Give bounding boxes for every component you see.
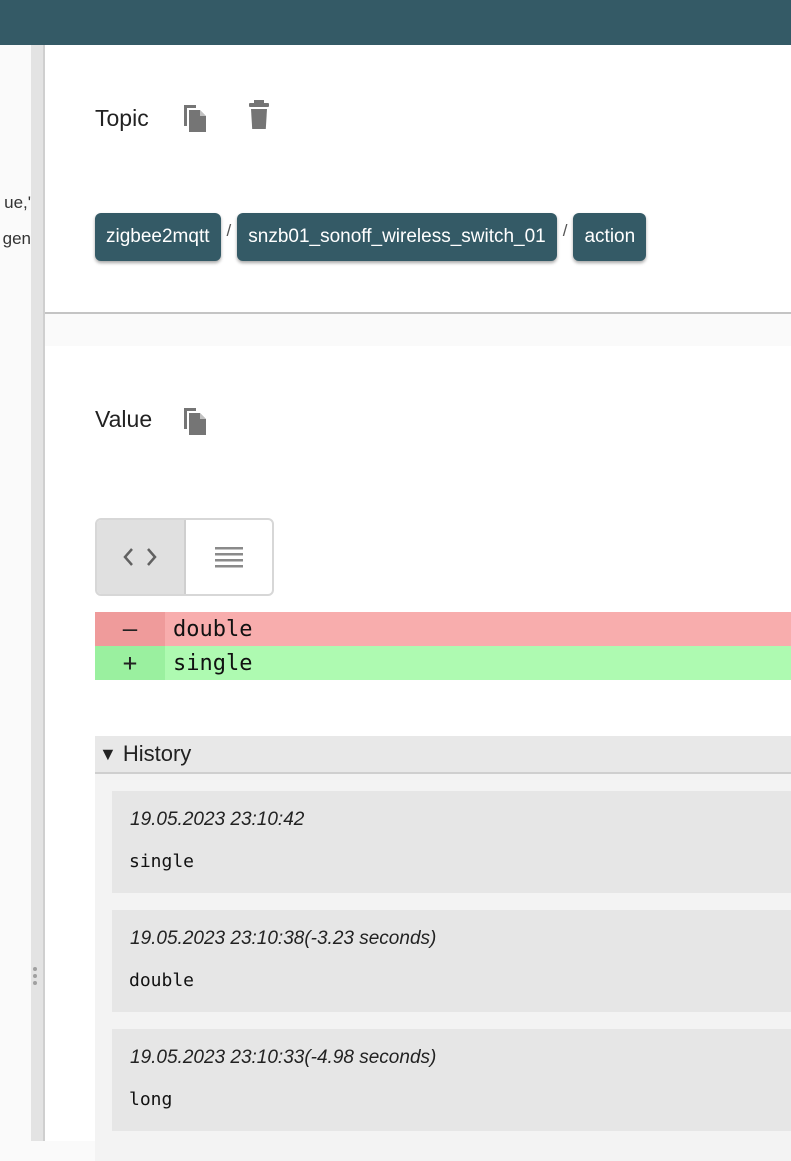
tree-text-fragment: gen [2,229,31,248]
topic-title: Topic [95,105,149,131]
topic-separator: / [562,221,568,240]
diff-added-text: single [173,650,253,676]
value-panel: Value – double + single ▼ History 19.05.… [45,346,791,1161]
topic-breadcrumb: zigbee2mqtt / snzb01_sonoff_wireless_swi… [95,213,647,261]
history-section: ▼ History 19.05.2023 23:10:42 single 19.… [95,736,791,1161]
history-title: History [122,741,192,766]
copy-topic-button[interactable] [181,101,209,133]
pane-splitter[interactable] [31,45,45,1141]
history-entry[interactable]: 19.05.2023 23:10:33(-4.98 seconds) long [112,1029,791,1131]
trash-icon [249,100,269,129]
topic-chip-leaf[interactable]: action [573,213,647,261]
value-view-toggle [95,518,274,596]
history-list: 19.05.2023 23:10:42 single 19.05.2023 23… [95,774,791,1161]
history-value: long [129,1089,173,1110]
drag-handle-icon[interactable] [33,967,39,988]
history-timestamp: 19.05.2023 23:10:33(-4.98 seconds) [130,1047,437,1068]
copy-icon [184,408,206,435]
topic-panel: Topic zigbee2mqtt / snzb01_sonoff_wirele… [45,45,791,314]
history-entry[interactable]: 19.05.2023 23:10:38(-3.23 seconds) doubl… [112,910,791,1012]
code-view-icon [123,548,157,566]
diff-removed-sign: – [95,612,165,646]
diff-added-line: + single [95,646,791,680]
diff-removed-line: – double [95,612,791,646]
app-header-bar [0,0,791,45]
diff-added-sign: + [95,646,165,680]
history-toggle[interactable]: ▼ History [95,736,791,774]
text-view-icon [214,547,243,568]
text-view-button[interactable] [186,520,273,594]
tree-text-fragment: ue,' [4,193,31,212]
history-timestamp: 19.05.2023 23:10:38(-3.23 seconds) [130,928,437,949]
copy-icon [184,105,206,132]
topic-separator: / [226,221,232,240]
topic-chip-root[interactable]: zigbee2mqtt [95,213,221,261]
history-value: single [129,851,195,872]
history-value: double [129,970,195,991]
topic-chip-device[interactable]: snzb01_sonoff_wireless_switch_01 [237,213,557,261]
code-view-button[interactable] [97,520,186,594]
value-title: Value [95,406,153,432]
history-entry[interactable]: 19.05.2023 23:10:42 single [112,791,791,893]
left-tree-pane: ue,' gen [0,45,31,1141]
history-timestamp: 19.05.2023 23:10:42 [130,809,305,830]
delete-topic-button[interactable] [247,99,275,131]
expand-triangle-icon: ▼ [99,743,117,764]
copy-value-button[interactable] [181,404,209,436]
value-diff: – double + single [95,612,791,680]
diff-removed-text: double [173,616,253,642]
